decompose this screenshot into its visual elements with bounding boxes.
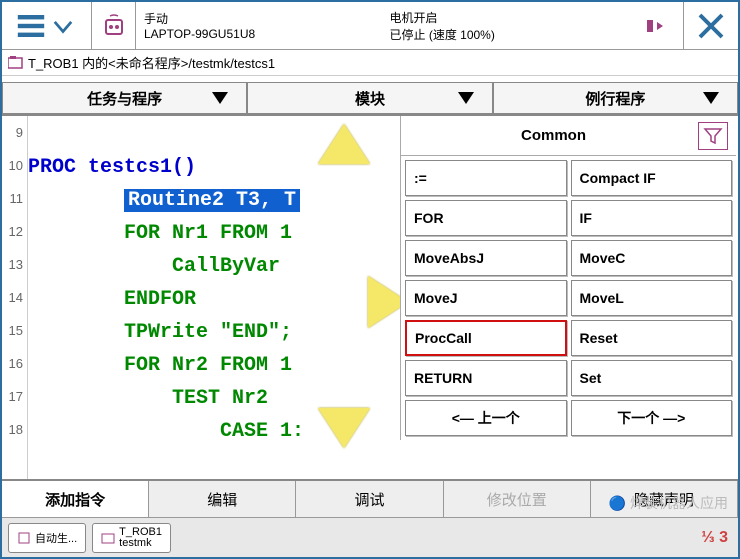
instr-movel[interactable]: MoveL bbox=[571, 280, 733, 316]
tab-task-program[interactable]: 任务与程序 bbox=[2, 82, 247, 114]
instr-if[interactable]: IF bbox=[571, 200, 733, 236]
breadcrumb: T_ROB1 内的<未命名程序>/testmk/testcs1 bbox=[2, 50, 738, 76]
instruction-panel: Common := Compact IF FOR IF MoveAbsJ Mov… bbox=[400, 116, 736, 440]
prev-page-button[interactable]: <— 上一个 bbox=[405, 400, 567, 436]
status-info: 手动 LAPTOP-99GU51U8 电机开启 已停止 (速度 100%) bbox=[136, 2, 684, 49]
scroll-down-arrow[interactable] bbox=[318, 408, 370, 448]
taskbar-program[interactable]: T_ROB1testmk bbox=[92, 523, 171, 553]
instr-reset[interactable]: Reset bbox=[571, 320, 733, 356]
menu-button[interactable] bbox=[2, 2, 92, 49]
selected-line[interactable]: Routine2 T3, T bbox=[124, 189, 300, 212]
instr-return[interactable]: RETURN bbox=[405, 360, 567, 396]
tab-routine[interactable]: 例行程序 bbox=[493, 82, 738, 114]
tab-hide-declaration[interactable]: 隐藏声明 bbox=[591, 481, 738, 517]
line-gutter: 9101112131415161718 bbox=[2, 116, 28, 479]
scroll-up-arrow[interactable] bbox=[318, 124, 370, 164]
tab-module[interactable]: 模块 bbox=[247, 82, 492, 114]
next-page-button[interactable]: 下一个 —> bbox=[571, 400, 733, 436]
instr-moveabsj[interactable]: MoveAbsJ bbox=[405, 240, 567, 276]
instr-movec[interactable]: MoveC bbox=[571, 240, 733, 276]
taskbar-auto[interactable]: 自动生... bbox=[8, 523, 86, 553]
instr-for[interactable]: FOR bbox=[405, 200, 567, 236]
instr-set[interactable]: Set bbox=[571, 360, 733, 396]
corner-indicator: ⅓ 3 bbox=[701, 529, 728, 547]
panel-title: Common bbox=[409, 127, 698, 144]
instr-proccall[interactable]: ProcCall bbox=[405, 320, 567, 356]
motor-label: 电机开启 bbox=[390, 9, 636, 26]
tab-edit[interactable]: 编辑 bbox=[149, 481, 296, 517]
signal-icon bbox=[645, 16, 665, 36]
close-button[interactable] bbox=[684, 2, 738, 49]
instr-movej[interactable]: MoveJ bbox=[405, 280, 567, 316]
robot-icon bbox=[92, 2, 136, 49]
filter-icon[interactable] bbox=[698, 122, 728, 150]
tab-modify-position[interactable]: 修改位置 bbox=[444, 481, 591, 517]
tab-debug[interactable]: 调试 bbox=[296, 481, 443, 517]
tab-add-instruction[interactable]: 添加指令 bbox=[2, 481, 149, 517]
host-label: LAPTOP-99GU51U8 bbox=[144, 27, 390, 41]
instr-compact-if[interactable]: Compact IF bbox=[571, 160, 733, 196]
mode-label: 手动 bbox=[144, 10, 390, 27]
status-label: 已停止 (速度 100%) bbox=[390, 26, 636, 43]
instr-assign[interactable]: := bbox=[405, 160, 567, 196]
